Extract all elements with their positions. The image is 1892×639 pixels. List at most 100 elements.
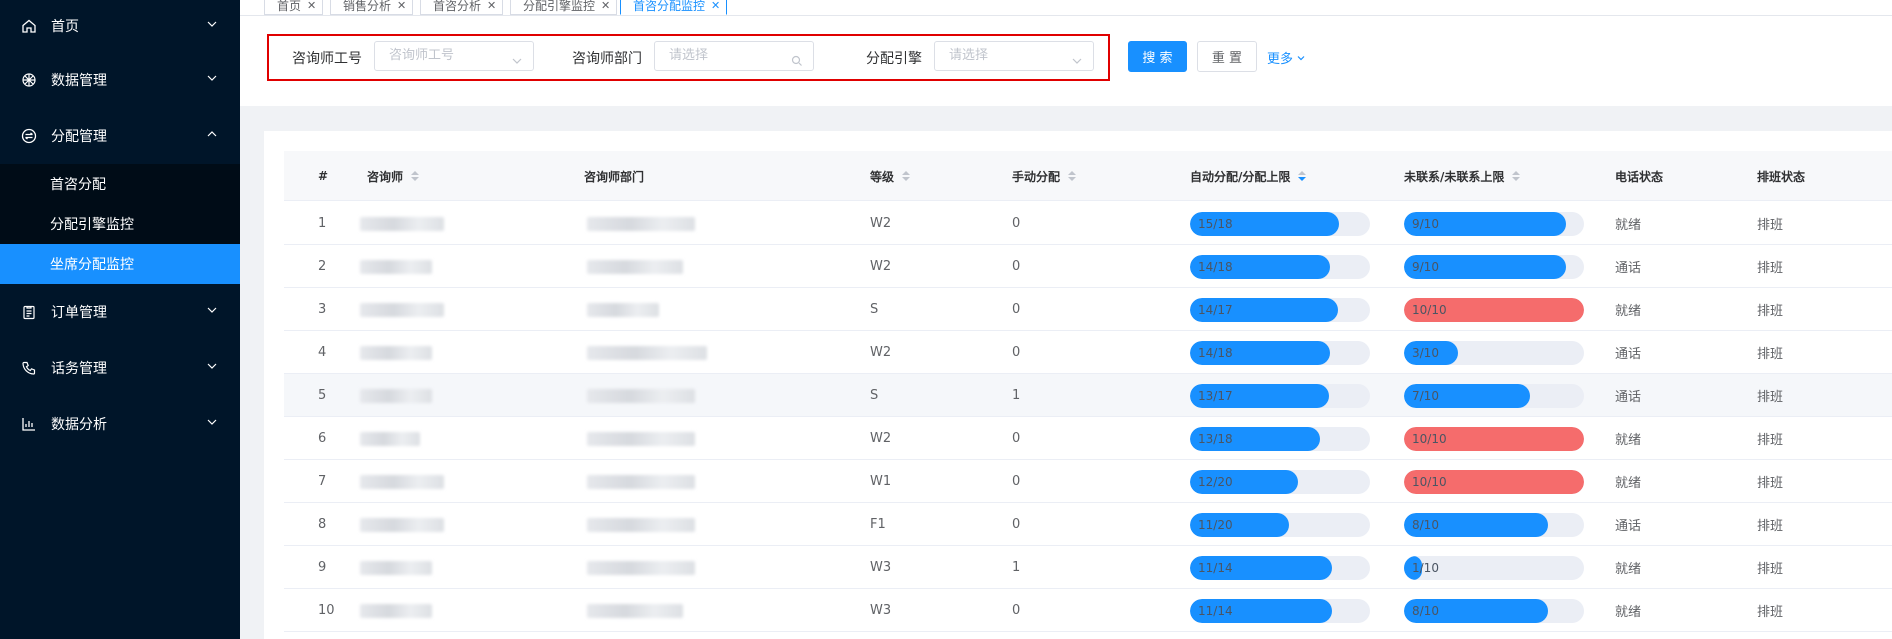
- advisor-id-select[interactable]: 咨询师工号: [374, 41, 534, 71]
- table-row[interactable]: 1 W2 0 15/18 9/10 就绪 排班: [284, 202, 1892, 245]
- cell-level: S: [870, 388, 879, 403]
- cell-advisor-redacted: [360, 417, 420, 460]
- cell-manual: 0: [1012, 302, 1021, 317]
- cell-phone-status: 通话: [1615, 347, 1642, 362]
- close-icon[interactable]: ✕: [601, 0, 610, 12]
- reset-button[interactable]: 重 置: [1197, 41, 1257, 72]
- advisor-dept-input[interactable]: 请选择: [654, 41, 814, 71]
- cell-manual: 1: [1012, 560, 1021, 575]
- sort-icon[interactable]: [411, 171, 420, 181]
- cell-dept-redacted: [587, 589, 683, 632]
- progress-label: 8/10: [1412, 517, 1439, 532]
- cell-phone-status: 通话: [1615, 261, 1642, 276]
- chevron-down-icon: [511, 50, 523, 64]
- cube-icon: [20, 71, 38, 89]
- col-header-advisor[interactable]: 咨询师: [367, 151, 420, 201]
- cell-manual: 0: [1012, 345, 1021, 360]
- table-row[interactable]: 6 W2 0 13/18 10/10 就绪 排班: [284, 417, 1892, 460]
- engine-select[interactable]: 请选择: [934, 41, 1094, 71]
- cell-index: 9: [318, 560, 327, 575]
- cell-dept-redacted: [587, 417, 695, 460]
- col-header-manual[interactable]: 手动分配: [1012, 151, 1077, 201]
- cell-index: 1: [318, 216, 327, 231]
- tab-sales-analysis[interactable]: 销售分析 ✕: [330, 0, 414, 15]
- auto-progress-bar: 14/18: [1190, 254, 1370, 279]
- table-row[interactable]: 2 W2 0 14/18 9/10 通话 排班: [284, 245, 1892, 288]
- cell-manual: 0: [1012, 474, 1021, 489]
- sidebar-item-home[interactable]: 首页: [0, 0, 240, 52]
- tab-label: 首咨分配监控: [633, 0, 706, 13]
- progress-label: 10/10: [1412, 431, 1447, 446]
- cell-dept-redacted: [587, 374, 695, 417]
- cell-index: 4: [318, 345, 327, 360]
- close-icon[interactable]: ✕: [307, 0, 316, 12]
- cell-auto-progress: 14/18: [1190, 245, 1370, 288]
- col-header-uncontacted[interactable]: 未联系/未联系上限: [1404, 151, 1521, 201]
- cell-level: W3: [870, 603, 892, 618]
- tab-first-consult-analysis[interactable]: 首咨分析 ✕: [420, 0, 504, 15]
- tab-first-consult-monitor[interactable]: 首咨分配监控 ✕: [620, 0, 728, 15]
- cell-index: 5: [318, 388, 327, 403]
- sidebar-item-analytics[interactable]: 数据分析: [0, 396, 240, 452]
- cell-index: 2: [318, 259, 327, 274]
- cell-phone-status: 就绪: [1615, 605, 1642, 620]
- progress-label: 13/17: [1198, 388, 1233, 403]
- cell-advisor-redacted: [360, 546, 432, 589]
- sidebar-item-distribution[interactable]: 分配管理: [0, 108, 240, 164]
- sort-icon[interactable]: [1298, 171, 1307, 181]
- sidebar-item-data-mgmt[interactable]: 数据管理: [0, 52, 240, 108]
- sort-icon[interactable]: [1512, 171, 1521, 181]
- chevron-down-icon: [1297, 55, 1305, 60]
- table-row[interactable]: 8 F1 0 11/20 8/10 通话 排班: [284, 503, 1892, 546]
- sidebar-item-label: 数据管理: [51, 73, 107, 89]
- table-row[interactable]: 3 S 0 14/17 10/10 就绪 排班: [284, 288, 1892, 331]
- sidebar-item-label: 首页: [51, 19, 79, 35]
- cell-auto-progress: 11/14: [1190, 546, 1370, 589]
- cell-level: W2: [870, 345, 892, 360]
- progress-label: 11/20: [1198, 517, 1233, 532]
- sidebar-item-engine-monitor[interactable]: 分配引擎监控: [0, 204, 240, 244]
- cell-index: 6: [318, 431, 327, 446]
- sidebar-item-orders[interactable]: 订单管理: [0, 284, 240, 340]
- cell-uncontacted-progress: 7/10: [1404, 374, 1584, 417]
- cell-shift-status: 排班: [1757, 476, 1784, 491]
- table-row[interactable]: 4 W2 0 14/18 3/10 通话 排班: [284, 331, 1892, 374]
- chevron-down-icon: [206, 72, 218, 84]
- auto-progress-bar: 14/17: [1190, 297, 1370, 322]
- cell-level: W2: [870, 431, 892, 446]
- sidebar-item-calls[interactable]: 话务管理: [0, 340, 240, 396]
- close-icon[interactable]: ✕: [711, 0, 720, 12]
- col-header-auto[interactable]: 自动分配/分配上限: [1190, 151, 1307, 201]
- cell-level: W2: [870, 216, 892, 231]
- sidebar-item-seat-monitor[interactable]: 坐席分配监控: [0, 244, 240, 284]
- auto-progress-bar: 14/18: [1190, 340, 1370, 365]
- search-button[interactable]: 搜 索: [1128, 41, 1187, 72]
- cell-advisor-redacted: [360, 503, 444, 546]
- sidebar-item-label: 订单管理: [51, 305, 107, 321]
- cell-shift-status: 排班: [1757, 218, 1784, 233]
- col-header-level[interactable]: 等级: [870, 151, 911, 201]
- cell-uncontacted-progress: 9/10: [1404, 245, 1584, 288]
- sort-icon[interactable]: [902, 171, 911, 181]
- more-label: 更多: [1267, 52, 1294, 67]
- table-row[interactable]: 9 W3 1 11/14 1/10 就绪 排班: [284, 546, 1892, 589]
- progress-label: 15/18: [1198, 216, 1233, 231]
- chevron-down-icon: [206, 304, 218, 316]
- cell-dept-redacted: [587, 245, 683, 288]
- progress-label: 9/10: [1412, 216, 1439, 231]
- sort-icon[interactable]: [1068, 171, 1077, 181]
- table-row[interactable]: 7 W1 0 12/20 10/10 就绪 排班: [284, 460, 1892, 503]
- tab-engine-monitor[interactable]: 分配引擎监控 ✕: [510, 0, 618, 15]
- table-row[interactable]: 5 S 1 13/17 7/10 通话 排班: [284, 374, 1892, 417]
- close-icon[interactable]: ✕: [487, 0, 496, 12]
- sidebar-item-first-consult-distribution[interactable]: 首咨分配: [0, 164, 240, 204]
- tab-home[interactable]: 首页 ✕: [264, 0, 324, 15]
- close-icon[interactable]: ✕: [397, 0, 406, 12]
- more-filters-button[interactable]: 更多: [1267, 48, 1306, 67]
- uncontacted-progress-bar: 7/10: [1404, 383, 1584, 408]
- cell-advisor-redacted: [360, 288, 444, 331]
- cell-level: F1: [870, 517, 886, 532]
- cell-auto-progress: 11/20: [1190, 503, 1370, 546]
- table-row[interactable]: 10 W3 0 11/14 8/10 就绪 排班: [284, 589, 1892, 632]
- cell-uncontacted-progress: 8/10: [1404, 589, 1584, 632]
